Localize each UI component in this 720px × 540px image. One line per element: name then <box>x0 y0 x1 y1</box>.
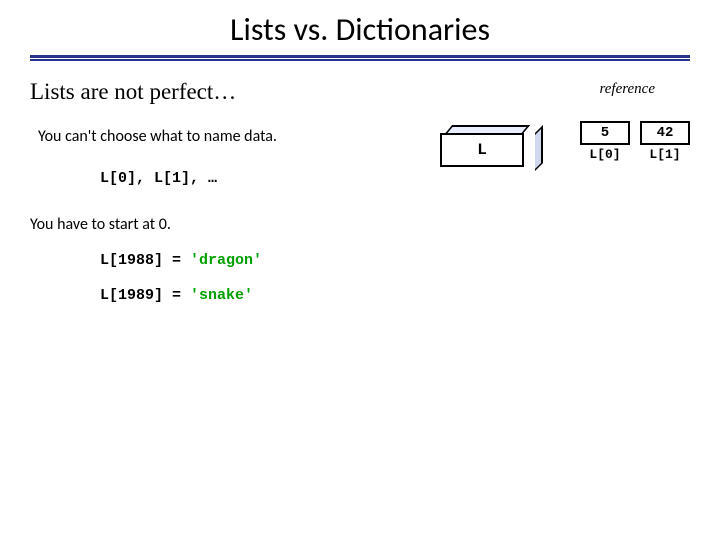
assign1-rhs: 'dragon' <box>190 252 262 269</box>
cell-label: L[0] <box>580 147 630 162</box>
lvar-box-side <box>535 125 543 171</box>
code-assign-2: L[1989] = 'snake' <box>100 287 450 304</box>
title-rule <box>30 55 690 61</box>
cell-label: L[1] <box>640 147 690 162</box>
cell-value: 5 <box>580 121 630 145</box>
assign2-lhs: L[1989] = <box>100 287 190 304</box>
code-indices: L[0], L[1], … <box>100 170 450 187</box>
assign1-lhs: L[1988] = <box>100 252 190 269</box>
cell-value: 42 <box>640 121 690 145</box>
reference-label: reference <box>599 81 655 98</box>
slide: Lists vs. Dictionaries Lists are not per… <box>0 0 720 540</box>
lvar-box: L <box>440 125 535 173</box>
body-row: You can't choose what to name data. L[0]… <box>30 127 690 304</box>
list-cell-1: 42 L[1] <box>640 121 690 162</box>
subtitle: Lists are not perfect… <box>30 79 236 105</box>
lvar-box-front: L <box>440 133 524 167</box>
list-cell-0: 5 L[0] <box>580 121 630 162</box>
code-assign-1: L[1988] = 'dragon' <box>100 252 450 269</box>
bullet-cant-name: You can't choose what to name data. <box>38 127 450 146</box>
assign2-rhs: 'snake' <box>190 287 253 304</box>
subtitle-row: Lists are not perfect… reference <box>30 79 690 105</box>
bullet-start-zero: You have to start at 0. <box>30 215 450 234</box>
slide-title: Lists vs. Dictionaries <box>30 10 690 49</box>
right-column: L 5 L[0] 42 L[1] <box>450 127 690 197</box>
left-column: You can't choose what to name data. L[0]… <box>30 127 450 304</box>
